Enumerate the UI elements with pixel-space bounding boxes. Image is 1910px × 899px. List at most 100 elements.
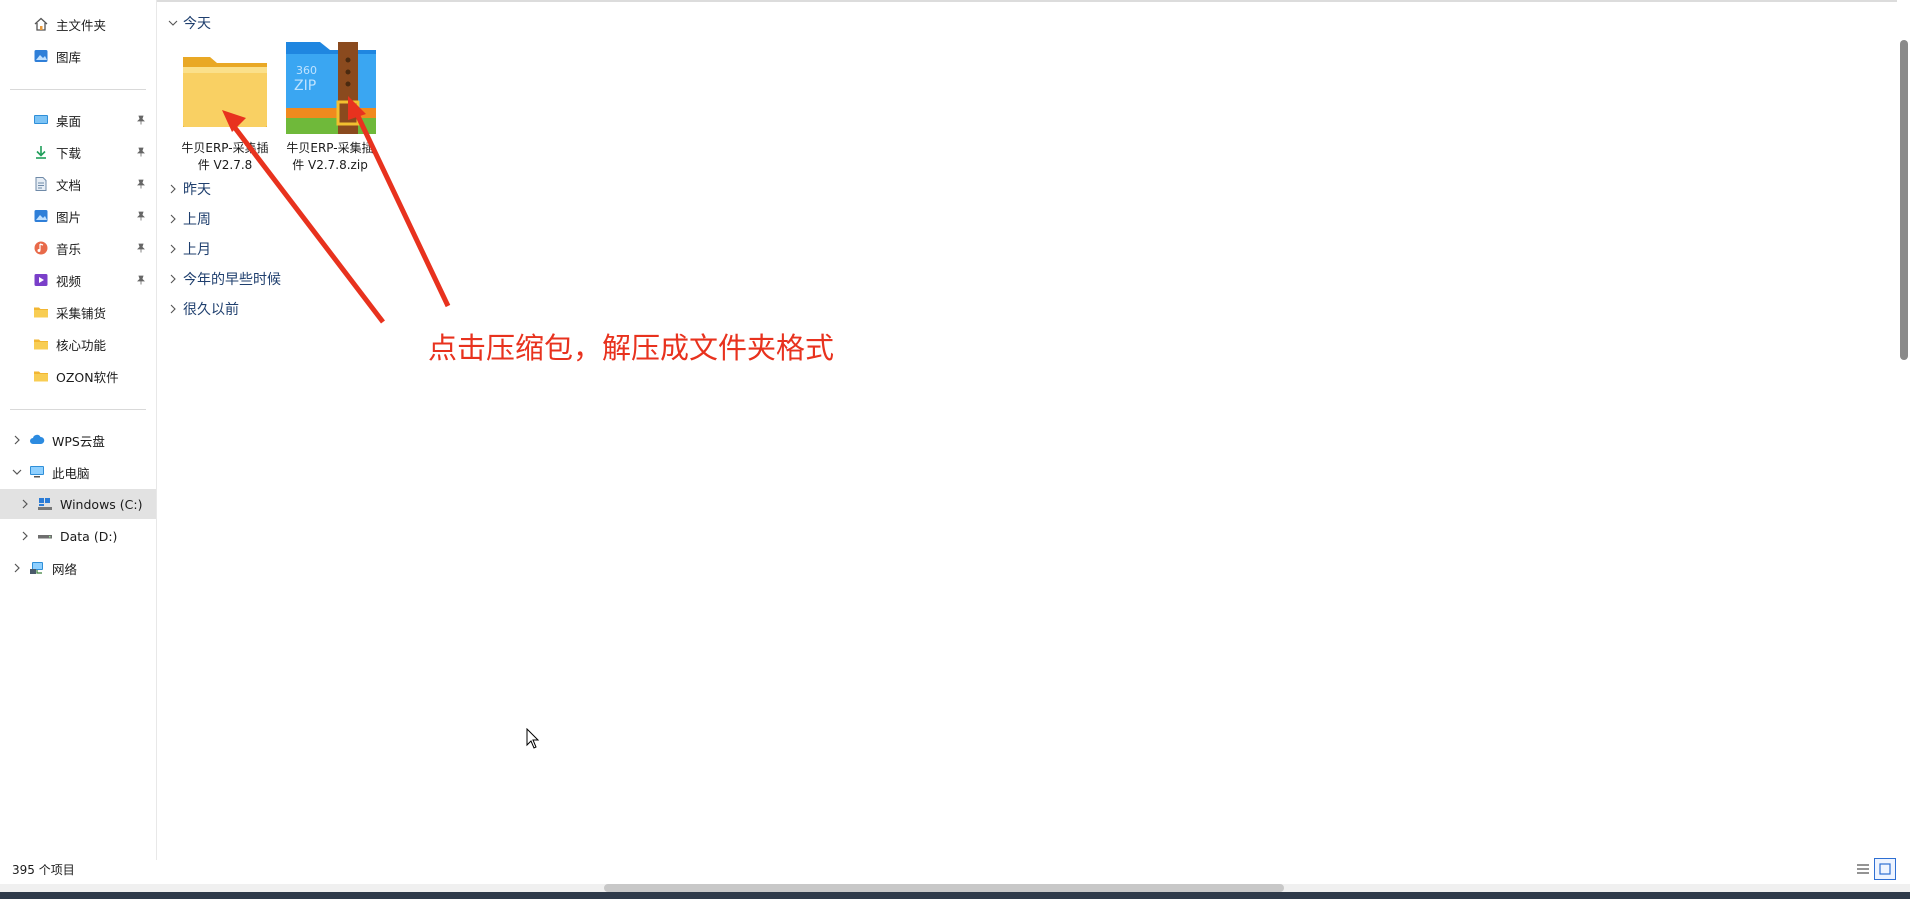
network-icon [28,559,46,577]
file-item-zip[interactable]: 360 ZIP 牛贝ERP-采集插 件 V2.7.8.zip [280,38,380,174]
chevron-right-icon[interactable] [167,213,179,225]
nav-item-label: 音乐 [56,241,82,257]
zip-label-text: ZIP [294,78,316,94]
tiles-view-icon [1879,863,1891,875]
windows-drive-icon [36,495,54,513]
nav-item-label: 主文件夹 [56,17,107,33]
nav-item-label: 桌面 [56,113,82,129]
horizontal-scrollbar-thumb[interactable] [604,884,1284,892]
group-label: 今天 [183,16,211,32]
vertical-scrollbar[interactable] [1900,40,1908,360]
group-label: 很久以前 [183,302,239,318]
pin-icon[interactable] [134,209,148,223]
drive-icon [36,527,54,545]
group-label: 上月 [183,242,211,258]
chevron-right-icon[interactable] [18,529,32,543]
picture-icon [32,207,50,225]
chevron-right-icon[interactable] [10,433,24,447]
nav-item-label: 图库 [56,49,82,65]
chevron-right-icon[interactable] [167,243,179,255]
nav-item-drive-c[interactable]: Windows (C:) [0,489,156,519]
nav-item-label: OZON软件 [56,369,119,385]
chevron-right-icon[interactable] [18,497,32,511]
sidebar-divider [10,409,146,410]
taskbar-edge [0,892,1910,899]
zip-archive-icon: 360 ZIP [280,38,380,138]
nav-item-label: 此电脑 [52,465,90,481]
pin-icon[interactable] [134,177,148,191]
chevron-down-icon[interactable] [167,17,179,29]
cloud-icon [28,431,46,449]
status-item-count: 395 个项目 [12,863,75,877]
file-name-line2: 件 V2.7.8.zip [292,158,368,172]
file-name-line2: 件 V2.7.8 [197,158,253,172]
home-icon [32,15,50,33]
group-header-last-week[interactable]: 上周 [167,207,211,231]
folder-icon [175,38,275,138]
nav-item-folder-collect[interactable]: 采集铺货 [0,297,156,327]
file-name-line1: 牛贝ERP-采集插 [181,141,269,155]
nav-item-label: 采集铺货 [56,305,107,321]
nav-item-downloads[interactable]: 下载 [0,137,156,167]
chevron-right-icon[interactable] [167,273,179,285]
nav-item-folder-core[interactable]: 核心功能 [0,329,156,359]
nav-item-documents[interactable]: 文档 [0,169,156,199]
nav-item-label: WPS云盘 [52,433,105,449]
chevron-right-icon[interactable] [167,183,179,195]
nav-item-label: 文档 [56,177,82,193]
group-header-long-ago[interactable]: 很久以前 [167,297,239,321]
nav-item-label: 视频 [56,273,82,289]
nav-item-pictures[interactable]: 图片 [0,201,156,231]
file-name: 牛贝ERP-采集插 件 V2.7.8 [175,140,275,174]
nav-item-home[interactable]: 主文件夹 [0,9,156,39]
file-explorer-window: 主文件夹 图库 桌面 下载 文档 图片 音乐 视频 采集铺货 核心功能 OZON… [0,0,1910,899]
nav-item-music[interactable]: 音乐 [0,233,156,263]
zip-brand-text: 360 [296,64,317,77]
nav-item-gallery[interactable]: 图库 [0,41,156,71]
pin-icon[interactable] [134,241,148,255]
pin-icon[interactable] [134,145,148,159]
nav-item-label: 网络 [52,561,78,577]
nav-item-drive-d[interactable]: Data (D:) [0,521,156,551]
video-icon [32,271,50,289]
chevron-right-icon[interactable] [10,561,24,575]
nav-item-label: Data (D:) [60,528,118,544]
nav-item-folder-ozon[interactable]: OZON软件 [0,361,156,391]
nav-item-this-pc[interactable]: 此电脑 [0,457,156,487]
nav-item-network[interactable]: 网络 [0,553,156,583]
document-icon [32,175,50,193]
file-name: 牛贝ERP-采集插 件 V2.7.8.zip [280,140,380,174]
nav-item-desktop[interactable]: 桌面 [0,105,156,135]
computer-icon [28,463,46,481]
large-icons-view-button[interactable] [1874,858,1896,880]
group-label: 昨天 [183,182,211,198]
desktop-icon [32,111,50,129]
nav-item-wps-cloud[interactable]: WPS云盘 [0,425,156,455]
group-header-earlier-this-year[interactable]: 今年的早些时候 [167,267,281,291]
mouse-cursor-icon [526,728,540,749]
content-pane: 今天 牛贝ERP-采集插 件 V2.7.8 360 ZIP 牛贝ERP-采集插 … [157,0,1897,862]
details-view-button[interactable] [1852,858,1874,880]
file-item-folder[interactable]: 牛贝ERP-采集插 件 V2.7.8 [175,38,275,174]
nav-item-label: 核心功能 [56,337,107,353]
pin-icon[interactable] [134,113,148,127]
chevron-down-icon[interactable] [10,465,24,479]
group-label: 上周 [183,212,211,228]
navigation-pane: 主文件夹 图库 桌面 下载 文档 图片 音乐 视频 采集铺货 核心功能 OZON… [0,0,157,860]
chevron-right-icon[interactable] [167,303,179,315]
folder-icon [32,335,50,353]
nav-item-label: 下载 [56,145,82,161]
download-icon [32,143,50,161]
folder-icon [32,303,50,321]
list-view-icon [1857,864,1869,874]
group-header-yesterday[interactable]: 昨天 [167,177,211,201]
nav-item-label: Windows (C:) [60,496,143,512]
file-name-line1: 牛贝ERP-采集插 [286,141,374,155]
pin-icon[interactable] [134,273,148,287]
nav-item-videos[interactable]: 视频 [0,265,156,295]
group-header-last-month[interactable]: 上月 [167,237,211,261]
music-icon [32,239,50,257]
sidebar-divider [10,89,146,90]
group-header-today[interactable]: 今天 [167,11,211,35]
nav-item-label: 图片 [56,209,82,225]
